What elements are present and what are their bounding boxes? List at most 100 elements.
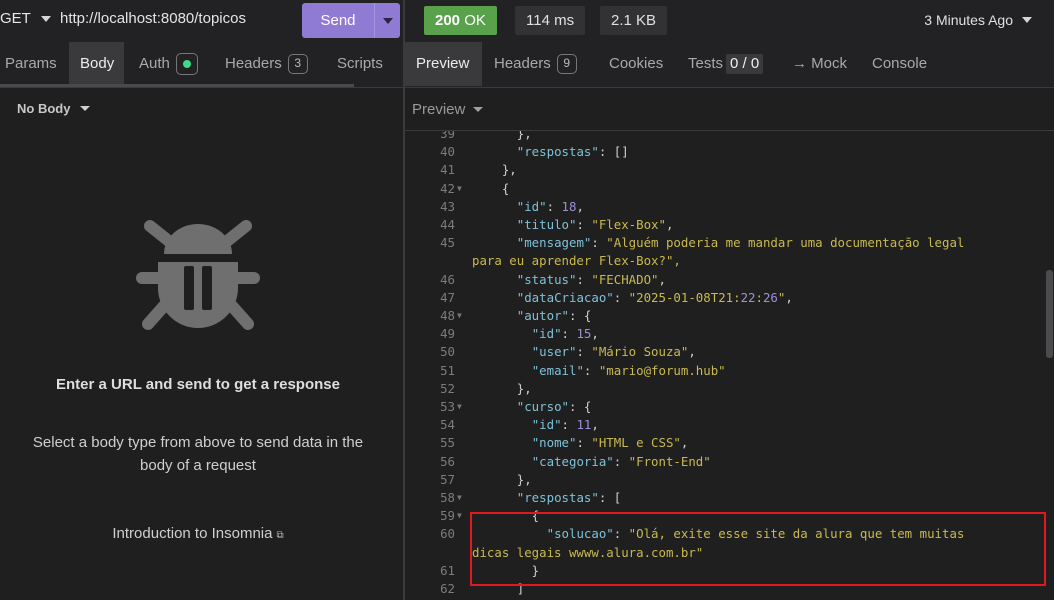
preview-mode-dropdown[interactable]: Preview <box>412 101 484 118</box>
send-button[interactable]: Send <box>302 3 374 38</box>
line-number: 48 <box>440 308 455 323</box>
line-number: 47 <box>440 289 455 305</box>
line-number: 56 <box>440 453 455 469</box>
code-line: 43 "id": 18, <box>405 198 1046 216</box>
send-button-group: Send <box>302 3 400 38</box>
status-badge: 200 OK <box>424 6 497 35</box>
code-line: 57 }, <box>405 471 1046 489</box>
tab-body[interactable]: Body <box>69 42 124 86</box>
code-line: 44 "titulo": "Flex-Box", <box>405 216 1046 234</box>
code-text: }, <box>472 380 532 396</box>
line-number: 52 <box>440 380 455 396</box>
introduction-link-label: Introduction to Insomnia <box>112 525 273 542</box>
code-text: "autor": { <box>516 308 592 323</box>
code-text: { <box>472 180 510 196</box>
tab-label: → Mock <box>792 55 848 72</box>
line-number: 51 <box>440 362 455 378</box>
response-size-badge: 2.1 KB <box>600 6 668 35</box>
preview-mode-bar: Preview <box>405 88 1054 131</box>
headers-count-badge: 3 <box>287 54 308 75</box>
code-text: }, <box>472 471 532 487</box>
code-scrollbar-track[interactable] <box>1046 131 1054 600</box>
http-method-select[interactable]: GET <box>0 10 51 27</box>
line-number: 44 <box>440 217 455 232</box>
tab-params[interactable]: Params <box>0 42 62 86</box>
line-number: 39 <box>440 131 455 141</box>
pane-divider[interactable] <box>403 0 405 600</box>
tab-label: Console <box>872 55 928 72</box>
code-text: "id": 18, <box>516 198 584 214</box>
tab-label: Cookies <box>609 55 664 72</box>
code-text: "id": 15, <box>531 326 599 342</box>
code-line: 47 "dataCriacao": "2025-01-08T21:22:26", <box>405 289 1046 307</box>
code-line: 42 ▼ { <box>405 180 1046 198</box>
tab-label: Tests <box>688 55 724 72</box>
line-number: 49 <box>440 326 455 342</box>
code-line: 46 "status": "FECHADO", <box>405 271 1046 289</box>
tab-scripts[interactable]: Scripts <box>332 42 388 86</box>
fold-toggle-icon[interactable]: ▼ <box>457 489 462 507</box>
introduction-link[interactable]: Introduction to Insomnia ⧉ <box>0 525 396 542</box>
code-line: 53 ▼ "curso": { <box>405 398 1046 416</box>
response-tabs: Preview Headers 9 Cookies Tests 0 / 0 → Mo… <box>405 42 1054 87</box>
chevron-down-icon <box>80 106 91 111</box>
empty-state-title: Enter a URL and send to get a response <box>56 376 340 393</box>
tab-label: Headers <box>494 55 551 72</box>
send-options-dropdown[interactable] <box>374 3 400 38</box>
line-number: 53 <box>440 399 455 414</box>
tab-tests[interactable]: Tests 0 / 0 <box>683 42 768 86</box>
line-number: 58 <box>440 490 455 505</box>
auth-active-dot <box>175 53 198 76</box>
preview-mode-label: Preview <box>412 101 466 118</box>
code-text: "dataCriacao": "2025-01-08T21:22:26", <box>516 289 793 305</box>
code-text: "email": "mario@forum.hub" <box>531 362 726 378</box>
url-input[interactable]: http://localhost:8080/topicos <box>60 10 246 27</box>
tab-preview[interactable]: Preview <box>405 42 482 86</box>
line-number: 43 <box>440 198 455 214</box>
code-text: "respostas": [ <box>516 490 622 505</box>
request-url-bar: GET http://localhost:8080/topicos Send <box>0 0 404 42</box>
code-line: 52 }, <box>405 380 1046 398</box>
tab-label: Preview <box>416 55 470 72</box>
line-number: 41 <box>440 162 455 178</box>
tab-cookies[interactable]: Cookies <box>604 42 668 86</box>
code-line: 45 "mensagem": "Alguém poderia me mandar… <box>405 234 1046 252</box>
code-text: "nome": "HTML e CSS", <box>531 435 689 451</box>
fold-toggle-icon[interactable]: ▼ <box>457 507 462 525</box>
line-number: 62 <box>440 581 455 596</box>
tab-mock[interactable]: → Mock <box>787 42 852 86</box>
code-line: 39 }, <box>405 131 1046 143</box>
body-type-dropdown[interactable]: No Body <box>17 101 91 116</box>
code-line: 58 ▼ "respostas": [ <box>405 489 1046 507</box>
code-text: "titulo": "Flex-Box", <box>516 217 674 232</box>
code-text: "status": "FECHADO", <box>516 271 666 287</box>
status-code: 200 <box>435 12 461 29</box>
tab-console[interactable]: Console <box>867 42 932 86</box>
line-number: 60 <box>440 526 455 542</box>
response-history-dropdown[interactable]: 3 Minutes Ago <box>924 12 1032 28</box>
history-label: 3 Minutes Ago <box>924 12 1013 28</box>
tab-response-headers[interactable]: Headers 9 <box>489 42 582 86</box>
code-line: 54 "id": 11, <box>405 416 1046 434</box>
code-line: 48 ▼ "autor": { <box>405 307 1046 325</box>
code-text: "mensagem": "Alguém poderia me mandar um… <box>516 235 965 251</box>
code-text: "respostas": [] <box>516 144 629 160</box>
code-line: 41 }, <box>405 161 1046 179</box>
response-time-badge: 114 ms <box>515 6 586 35</box>
tab-headers[interactable]: Headers 3 <box>220 42 313 86</box>
http-method-label: GET <box>0 10 31 27</box>
fold-toggle-icon[interactable]: ▼ <box>457 398 462 416</box>
code-line: 49 "id": 15, <box>405 325 1046 343</box>
bug-icon <box>136 220 260 330</box>
line-number: 45 <box>440 235 455 251</box>
tab-label: Scripts <box>337 55 383 72</box>
code-scrollbar-thumb[interactable] <box>1046 270 1053 358</box>
response-headers-count-badge: 9 <box>556 54 577 75</box>
line-number: 59 <box>440 508 455 524</box>
tab-label: Auth <box>139 55 170 72</box>
code-text: para eu aprender Flex-Box?", <box>472 253 681 269</box>
fold-toggle-icon[interactable]: ▼ <box>457 180 462 198</box>
fold-toggle-icon[interactable]: ▼ <box>457 307 462 325</box>
tab-label: Body <box>80 55 115 72</box>
tab-auth[interactable]: Auth <box>134 42 203 86</box>
